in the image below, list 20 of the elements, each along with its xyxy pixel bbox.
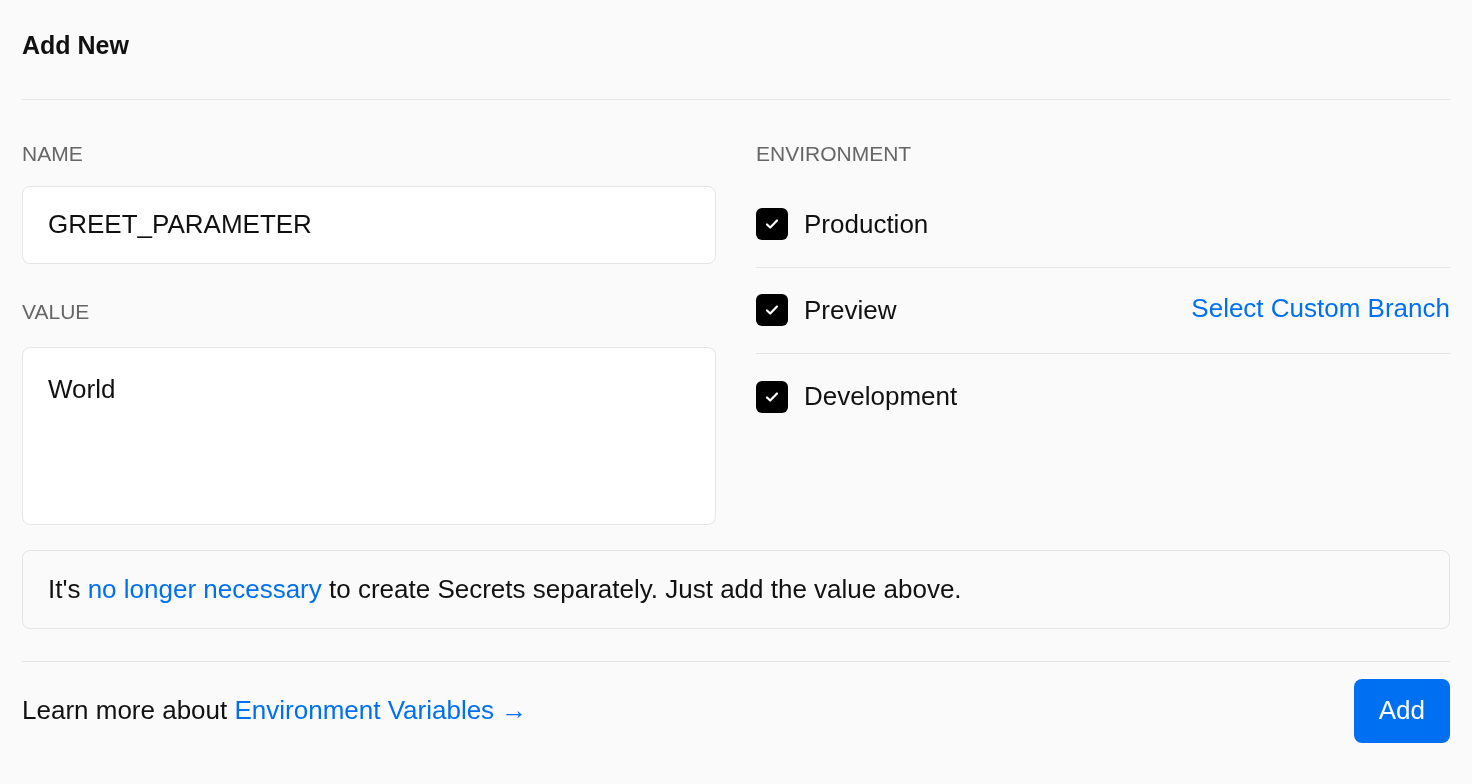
checkbox[interactable] xyxy=(756,380,788,413)
section-title: Add New xyxy=(22,29,129,61)
field-label: NAME xyxy=(22,141,83,167)
footer-text: Learn more about Environment Variables → xyxy=(22,694,528,727)
docs-link[interactable]: Environment Variables → xyxy=(234,695,528,725)
checkbox-label: Production xyxy=(804,207,929,241)
add-button[interactable]: Add xyxy=(1353,678,1450,743)
checkmark-icon xyxy=(764,302,780,318)
notice-text: It's no longer necessary to create Secrets separately. Just add the value above. xyxy=(48,573,962,606)
name-input[interactable]: GREET_PARAMETER xyxy=(22,185,716,264)
notice-link[interactable]: no longer necessary xyxy=(87,574,322,604)
value-textarea[interactable]: World xyxy=(22,347,716,525)
checkmark-icon xyxy=(764,216,780,232)
custom-branch-link[interactable]: Select Custom Branch xyxy=(1191,288,1450,328)
checkbox[interactable] xyxy=(756,294,788,326)
checkbox[interactable] xyxy=(756,208,788,240)
field-label: ENVIRONMENT xyxy=(756,141,912,167)
checkbox-label: Preview xyxy=(804,293,897,327)
checkbox-label: Development xyxy=(804,380,958,413)
field-label: VALUE xyxy=(22,298,90,325)
